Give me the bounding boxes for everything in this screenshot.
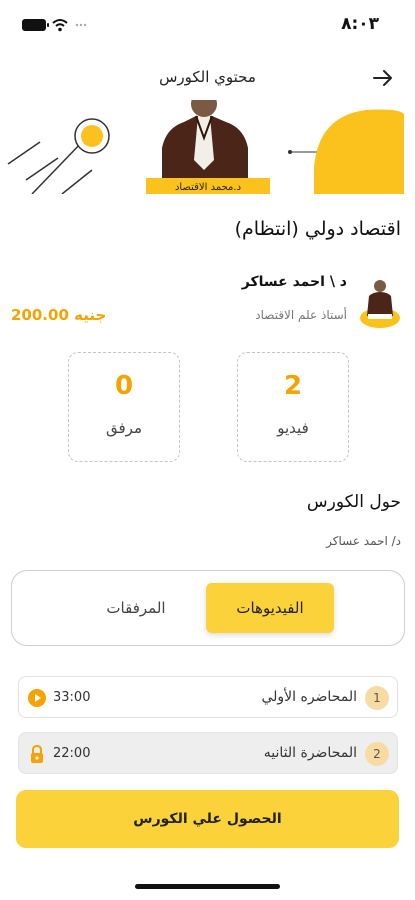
page-title: محتوي الكورس	[159, 68, 256, 86]
videos-count: 2	[283, 371, 303, 401]
instructor-role: أستاذ علم الاقتصاد	[255, 308, 347, 322]
home-indicator	[135, 884, 280, 889]
banner-illustration: د.محمد الاقتصاد	[7, 100, 404, 194]
arrow-right-icon[interactable]	[371, 66, 395, 90]
status-time: ٨:٠٣	[341, 14, 379, 34]
instructor-card: د \ احمد عساكر أستاذ علم الاقتصاد 200.00…	[11, 266, 401, 336]
avatar	[360, 280, 400, 328]
attachments-count-card: 0 مرفق	[68, 352, 180, 462]
status-icons	[22, 18, 88, 32]
app-header: محتوي الكورس	[0, 60, 415, 96]
battery-icon	[22, 19, 49, 31]
lecture-item[interactable]: 2 المحاضرة الثانيه 22:00	[18, 732, 398, 774]
about-author: د/ احمد عساكر	[326, 534, 401, 548]
tab-videos[interactable]: الفيديوهات	[206, 583, 334, 633]
videos-label: فيديو	[277, 419, 309, 437]
status-bar: ٨:٠٣	[0, 0, 415, 50]
signal-icon	[75, 23, 87, 27]
wifi-icon	[52, 19, 68, 32]
lecture-number: 1	[365, 686, 389, 710]
lecture-title: المحاضره الأولي	[261, 689, 357, 705]
banner-caption: د.محمد الاقتصاد	[175, 182, 241, 193]
course-price: 200.00 جنيه	[11, 306, 107, 324]
lock-icon	[31, 744, 43, 763]
lecture-number: 2	[365, 742, 389, 766]
attachments-label: مرفق	[106, 419, 142, 437]
lecture-duration: 22:00	[53, 746, 91, 761]
course-title: اقتصاد دولي (انتظام)	[234, 218, 401, 240]
course-banner: د.محمد الاقتصاد	[0, 100, 415, 194]
about-title: حول الكورس	[306, 492, 401, 512]
videos-count-card: 2 فيديو	[237, 352, 349, 462]
lecture-duration: 33:00	[53, 690, 91, 705]
get-course-button[interactable]: الحصول علي الكورس	[16, 790, 399, 848]
tab-attachments[interactable]: المرفقات	[72, 583, 200, 633]
lecture-item[interactable]: 1 المحاضره الأولي 33:00	[18, 676, 398, 718]
play-icon[interactable]	[27, 688, 47, 708]
lecture-title: المحاضرة الثانيه	[263, 745, 357, 761]
attachments-count: 0	[114, 371, 134, 401]
instructor-name: د \ احمد عساكر	[241, 274, 347, 290]
content-tabs: الفيديوهات المرفقات	[11, 570, 405, 646]
